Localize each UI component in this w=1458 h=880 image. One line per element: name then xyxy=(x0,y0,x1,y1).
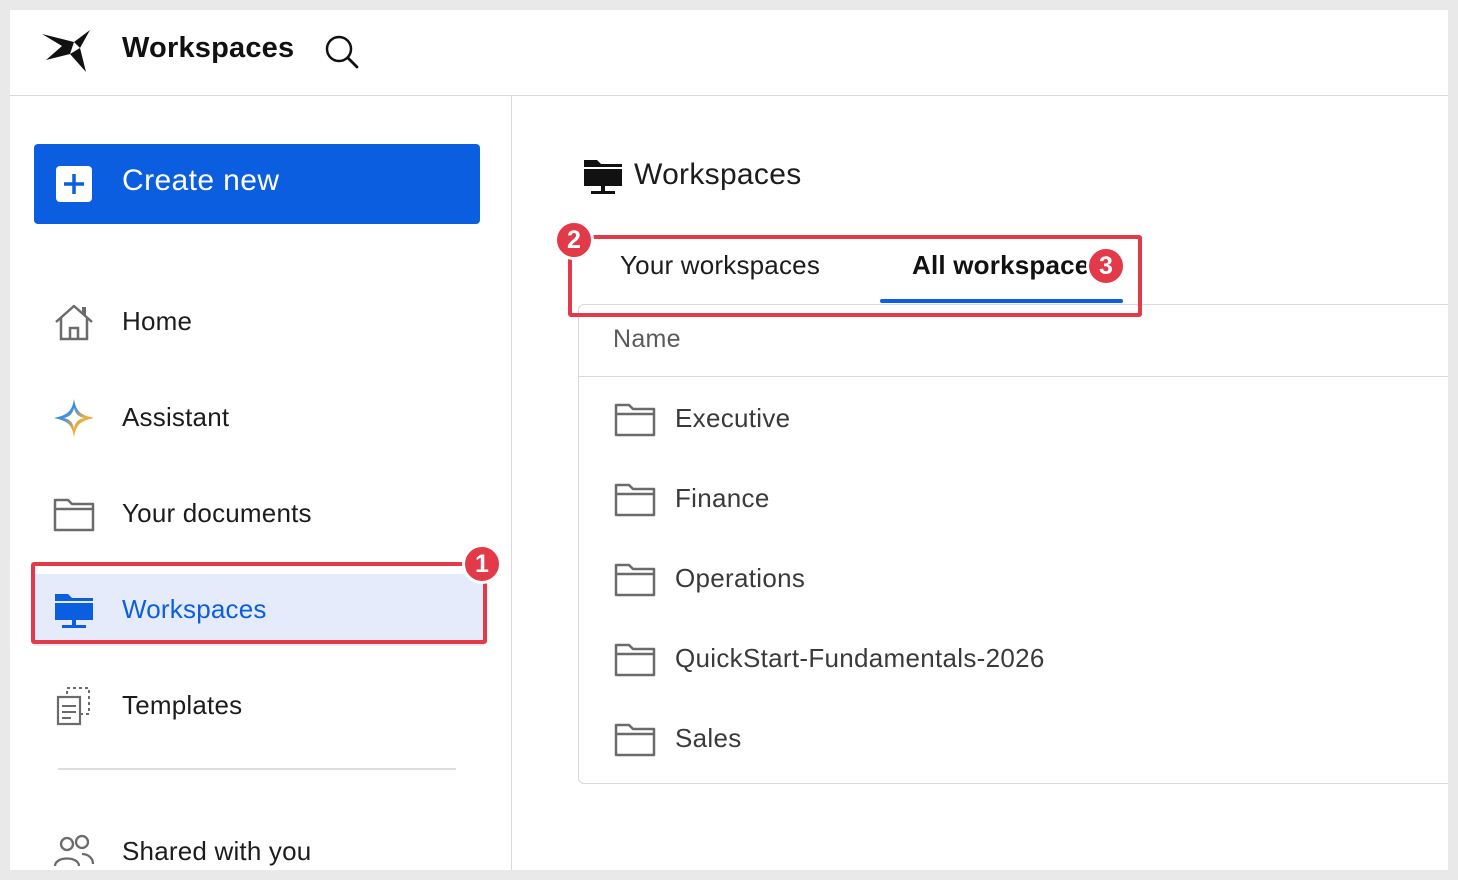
workspaces-table: Name Executive Finance Operations QuickS… xyxy=(578,304,1448,784)
table-row[interactable]: Sales xyxy=(579,699,1448,779)
sidebar: Create new Home Assistant Your documents… xyxy=(10,96,512,870)
home-icon xyxy=(55,304,93,341)
workspace-folder-icon xyxy=(55,594,93,628)
folder-icon xyxy=(614,403,656,437)
folder-icon xyxy=(614,483,656,517)
workspace-name: Executive xyxy=(675,403,791,433)
sidebar-divider xyxy=(58,768,456,770)
main-content: Workspaces Your workspaces All workspace… xyxy=(512,96,1448,870)
tab-your-workspaces[interactable]: Your workspaces xyxy=(620,250,820,281)
create-new-label: Create new xyxy=(122,164,280,197)
sidebar-item-label: Workspaces xyxy=(122,594,267,624)
folder-icon xyxy=(53,498,95,532)
sidebar-item-assistant[interactable]: Assistant xyxy=(34,382,484,454)
sidebar-item-your-documents[interactable]: Your documents xyxy=(34,478,484,550)
app-window: Workspaces Create new Home Assistant You… xyxy=(10,10,1448,870)
workspace-name: QuickStart-Fundamentals-2026 xyxy=(675,643,1045,673)
sidebar-item-workspaces[interactable]: Workspaces xyxy=(34,574,484,646)
plus-icon xyxy=(56,166,92,202)
callout-badge-2: 2 xyxy=(554,220,594,260)
bird-logo-icon[interactable] xyxy=(40,28,94,76)
sidebar-item-label: Home xyxy=(122,306,193,336)
sidebar-item-label: Templates xyxy=(122,690,243,720)
table-header: Name xyxy=(579,305,1448,377)
workspace-name: Finance xyxy=(675,483,770,513)
workspace-folder-icon xyxy=(584,160,622,194)
table-row[interactable]: Operations xyxy=(579,539,1448,619)
templates-icon xyxy=(56,687,90,726)
workspace-name: Operations xyxy=(675,563,806,593)
sidebar-item-label: Assistant xyxy=(122,402,230,432)
active-tab-indicator xyxy=(880,299,1123,303)
callout-badge-3: 3 xyxy=(1086,246,1126,286)
sidebar-item-label: Shared with you xyxy=(122,836,312,866)
table-row[interactable]: Finance xyxy=(579,459,1448,539)
workspace-name: Sales xyxy=(675,723,742,753)
table-row[interactable]: Executive xyxy=(579,379,1448,459)
callout-badge-1: 1 xyxy=(462,544,502,584)
sparkle-icon xyxy=(54,399,94,437)
table-row[interactable]: QuickStart-Fundamentals-2026 xyxy=(579,619,1448,699)
sidebar-item-templates[interactable]: Templates xyxy=(34,670,484,742)
top-bar: Workspaces xyxy=(10,10,1448,96)
page-title: Workspaces xyxy=(634,158,802,191)
column-header-name[interactable]: Name xyxy=(613,325,681,354)
sidebar-item-label: Your documents xyxy=(122,498,312,528)
sidebar-item-shared-with-you[interactable]: Shared with you xyxy=(34,816,484,870)
sidebar-item-home[interactable]: Home xyxy=(34,286,484,358)
folder-icon xyxy=(614,563,656,597)
folder-icon xyxy=(614,643,656,677)
folder-icon xyxy=(614,723,656,757)
app-title: Workspaces xyxy=(122,32,295,64)
search-icon[interactable] xyxy=(324,34,360,70)
tab-all-workspaces[interactable]: All workspaces xyxy=(912,250,1104,281)
create-new-button[interactable]: Create new xyxy=(34,144,480,224)
people-icon xyxy=(53,834,95,867)
